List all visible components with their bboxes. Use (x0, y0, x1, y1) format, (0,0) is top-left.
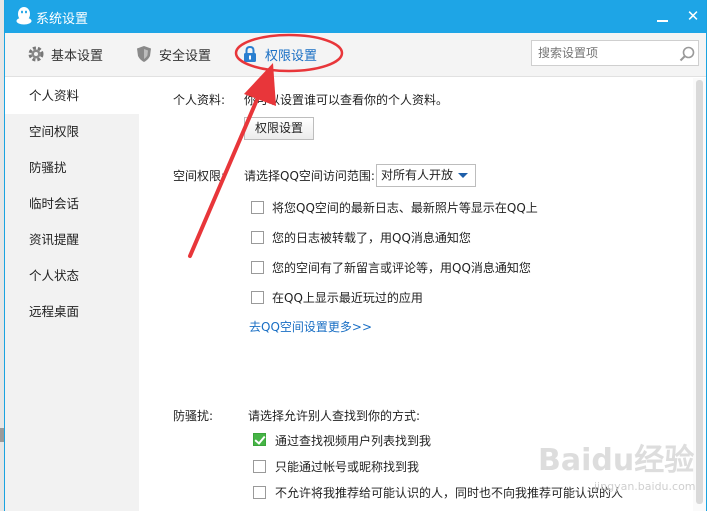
sidebar-item-remote-desktop[interactable]: 远程桌面 (5, 294, 139, 330)
antiharass-section-label: 防骚扰: (173, 409, 214, 423)
tab-permission-settings[interactable]: 权限设置 (241, 43, 317, 65)
space-access-prompt: 请选择QQ空间访问范围: (244, 169, 375, 183)
space-option-checkbox-2[interactable] (251, 231, 264, 244)
tab-security-settings[interactable]: 安全设置 (135, 43, 211, 65)
antiharass-option-label-3: 不允许将我推荐给可能认识的人，同时也不向我推荐可能认识的人 (275, 486, 624, 500)
window-title: 系统设置 (36, 12, 89, 27)
tab-basic-label: 基本设置 (51, 48, 104, 64)
search-input[interactable] (538, 44, 674, 62)
title-bar[interactable]: 系统设置 ✕ (5, 0, 706, 33)
antiharass-option-checkbox-1[interactable] (253, 433, 266, 446)
tab-security-label: 安全设置 (159, 48, 212, 64)
sidebar-item-anti-harassment[interactable]: 防骚扰 (5, 150, 139, 186)
settings-sidebar: 个人资料 空间权限 防骚扰 临时会话 资讯提醒 个人状态 远程桌面 (5, 78, 139, 511)
space-access-value: 对所有人开放 (381, 168, 454, 182)
antiharass-option-label-2: 只能通过帐号或昵称找到我 (275, 460, 420, 474)
close-button[interactable]: ✕ (683, 6, 703, 26)
lock-icon (244, 45, 256, 62)
antiharass-option-label-1: 通过查找视频用户列表找到我 (275, 434, 432, 448)
qq-penguin-icon (16, 7, 32, 25)
minimize-icon (657, 20, 668, 22)
settings-toolbar: 基本设置 安全设置 权限设置 (5, 33, 706, 77)
space-option-label-3: 您的空间有了新留言或评论等，用QQ消息通知您 (272, 261, 531, 275)
profile-description: 你可以设置谁可以查看你的个人资料。 (244, 93, 449, 107)
tab-basic-settings[interactable]: 基本设置 (27, 43, 103, 65)
sidebar-item-personal-status[interactable]: 个人状态 (5, 258, 139, 294)
antiharass-prompt: 请选择允许别人查找到你的方式: (248, 409, 421, 423)
sidebar-item-profile[interactable]: 个人资料 (5, 78, 139, 114)
space-access-select[interactable]: 对所有人开放 (376, 164, 476, 187)
tab-permission-label: 权限设置 (265, 48, 318, 64)
sidebar-item-temp-session[interactable]: 临时会话 (5, 186, 139, 222)
space-option-label-4: 在QQ上显示最近玩过的应用 (272, 291, 423, 305)
settings-search-box[interactable] (531, 40, 699, 66)
content-scrollbar[interactable] (693, 78, 706, 511)
sidebar-item-news-reminder[interactable]: 资讯提醒 (5, 222, 139, 258)
space-option-checkbox-1[interactable] (251, 201, 264, 214)
space-option-checkbox-4[interactable] (251, 291, 264, 304)
chevron-down-icon (458, 173, 468, 178)
gear-icon (28, 46, 44, 62)
search-icon[interactable] (678, 45, 696, 63)
space-option-checkbox-3[interactable] (251, 261, 264, 274)
sidebar-item-space-permission[interactable]: 空间权限 (5, 114, 139, 150)
settings-content: 个人资料: 你可以设置谁可以查看你的个人资料。 权限设置 空间权限: 请选择QQ… (139, 78, 691, 511)
space-option-label-1: 将您QQ空间的最新日志、最新照片等显示在QQ上 (272, 201, 538, 215)
space-more-settings-link[interactable]: 去QQ空间设置更多>> (249, 318, 372, 335)
shield-icon (137, 46, 151, 62)
profile-section-label: 个人资料: (173, 93, 226, 107)
space-option-label-2: 您的日志被转载了，用QQ消息通知您 (272, 231, 471, 245)
space-section-label: 空间权限: (173, 169, 226, 183)
settings-window: 系统设置 ✕ 基本设置 安全设置 权限设置 搜索设置项 个人资料 空间权限 防骚… (4, 0, 707, 511)
scrollbar-thumb[interactable] (696, 80, 703, 504)
antiharass-option-checkbox-2[interactable] (253, 460, 266, 473)
minimize-button[interactable] (653, 6, 673, 26)
permission-settings-button[interactable]: 权限设置 (244, 117, 314, 140)
antiharass-option-checkbox-3[interactable] (253, 486, 266, 499)
